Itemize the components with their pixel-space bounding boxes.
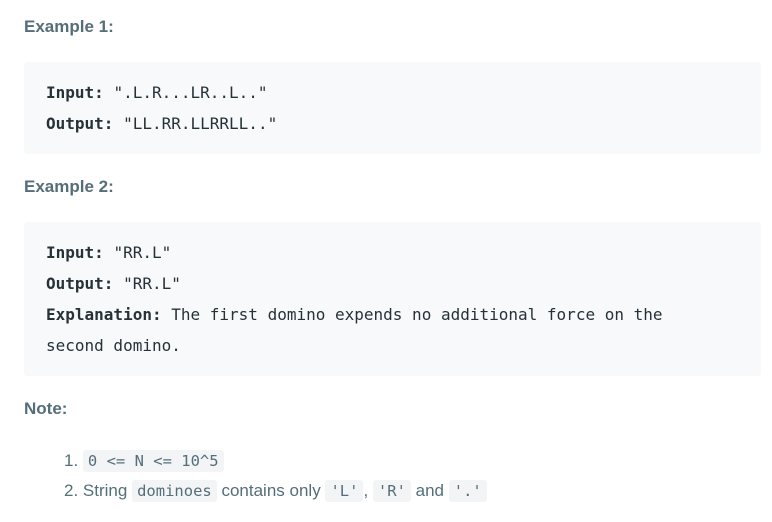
note-item-2-number: 2. [64, 481, 79, 500]
input-label: Input: [46, 243, 104, 262]
output-value: "LL.RR.LLRRLL.." [123, 114, 278, 133]
example-2-explanation-line: Explanation: The first domino expends no… [46, 299, 739, 330]
output-value: "RR.L" [123, 274, 181, 293]
note-item-2: 2. String dominoes contains only 'L', 'R… [64, 476, 487, 506]
note-item-2-sep: , [363, 481, 369, 500]
example-1-code-block: Input: ".L.R...LR..L.." Output: "LL.RR.L… [24, 62, 761, 154]
note-item-2-text-b: contains only [221, 481, 321, 500]
example-1-input-line: Input: ".L.R...LR..L.." [46, 77, 739, 108]
note-item-2-text-a: String [82, 481, 128, 500]
char-r-code: 'R' [372, 480, 411, 502]
explanation-label: Explanation: [46, 305, 162, 324]
example-1-heading: Example 1: [24, 17, 114, 36]
note-list: 1. 0 <= N <= 10^5 2. String dominoes con… [64, 446, 487, 506]
note-heading: Note: [24, 399, 68, 418]
char-l-code: 'L' [325, 480, 364, 502]
example-2-heading: Example 2: [24, 177, 114, 196]
example-1-output-line: Output: "LL.RR.LLRRLL.." [46, 108, 739, 139]
input-value: "RR.L" [113, 243, 172, 262]
note-item-1: 1. 0 <= N <= 10^5 [64, 446, 487, 476]
char-dot-code: '.' [448, 480, 487, 502]
note-item-2-text-c: and [415, 481, 445, 500]
constraint-code: 0 <= N <= 10^5 [82, 450, 224, 472]
input-label: Input: [46, 83, 104, 102]
example-2-explanation-continuation: second domino. [46, 330, 739, 361]
output-label: Output: [46, 274, 114, 293]
example-2-input-line: Input: "RR.L" [46, 237, 739, 268]
explanation-text-line-1: The first domino expends no additional f… [171, 305, 663, 324]
explanation-text-line-2: second domino. [46, 336, 181, 355]
dominoes-code: dominoes [132, 480, 217, 502]
example-2-output-line: Output: "RR.L" [46, 268, 739, 299]
example-2-code-block: Input: "RR.L" Output: "RR.L" Explanation… [24, 222, 761, 376]
output-label: Output: [46, 114, 114, 133]
input-value: ".L.R...LR..L.." [113, 83, 268, 102]
note-item-1-number: 1. [64, 451, 79, 470]
